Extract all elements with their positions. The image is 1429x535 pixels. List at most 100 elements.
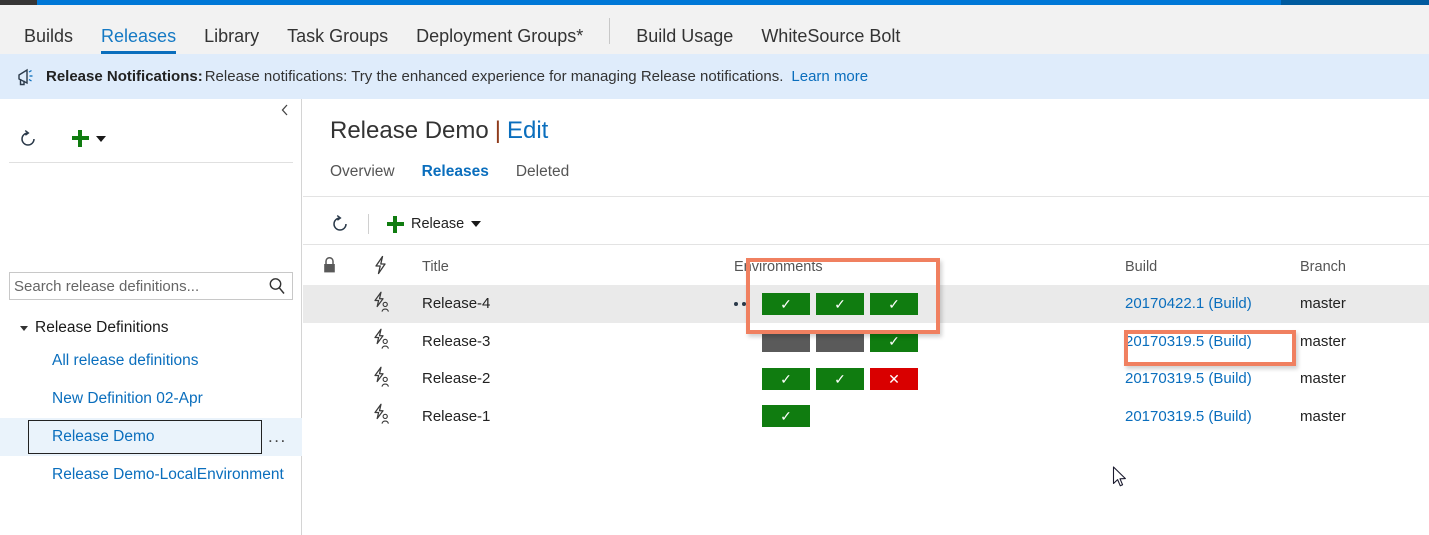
lightning-person-icon [371, 403, 391, 429]
column-header-title[interactable]: Title [407, 259, 720, 275]
column-header-environments-label: Environments [734, 259, 823, 275]
tab-overview[interactable]: Overview [330, 163, 395, 181]
search-input[interactable] [10, 276, 266, 296]
announcement-icon [14, 66, 36, 88]
environment-status-badge[interactable] [816, 330, 864, 353]
table-header-row: Title Environments Build Branch [303, 249, 1429, 285]
row-build: 20170422.1 (Build) [1125, 295, 1300, 312]
left-pane-toolbar [0, 115, 302, 162]
build-link[interactable]: 20170319.5 (Build) [1125, 370, 1252, 387]
sidebar-item-label: Release Demo-LocalEnvironment [52, 466, 284, 483]
sidebar-item-label: New Definition 02-Apr [52, 390, 203, 407]
hub-tab-build-usage[interactable]: Build Usage [622, 27, 747, 54]
environment-status-badge[interactable] [762, 330, 810, 353]
environment-status-badge[interactable]: ✓ [762, 405, 810, 428]
search-icon[interactable] [266, 275, 288, 297]
sidebar-item-release-demo[interactable]: Release Demo ... [0, 418, 302, 456]
overflow-menu-icon[interactable]: ... [268, 427, 287, 447]
row-branch: master [1300, 407, 1346, 425]
notification-title: Release Notifications: [46, 68, 203, 85]
hub-tab-library[interactable]: Library [190, 27, 273, 54]
chevron-down-icon [471, 221, 482, 227]
left-pane: Release Definitions All release definiti… [0, 99, 302, 535]
build-link[interactable]: 20170319.5 (Build) [1125, 333, 1252, 350]
row-title: Release-1 [422, 407, 491, 425]
row-build: 20170319.5 (Build) [1125, 333, 1300, 350]
releases-table: Title Environments Build Branch Release-… [303, 249, 1429, 435]
hub-tab-deployment-groups[interactable]: Deployment Groups* [402, 27, 597, 54]
tab-releases[interactable]: Releases [422, 163, 489, 181]
new-release-label: Release [411, 216, 465, 232]
row-environments: ✓ ✓ ✓ [720, 292, 1125, 315]
build-link[interactable]: 20170319.5 (Build) [1125, 408, 1252, 425]
plus-icon [387, 215, 404, 233]
sidebar-item-release-demo-localenvironment[interactable]: Release Demo-LocalEnvironment [0, 456, 302, 494]
table-row[interactable]: Release-1 ✓ 20170319.5 (Build) master [303, 398, 1429, 436]
tree-root-label: Release Definitions [35, 319, 169, 336]
row-environments: ✓ [720, 405, 1125, 428]
hub-tab-builds[interactable]: Builds [10, 27, 87, 54]
pivot-divider [303, 196, 1429, 197]
lightning-icon [372, 255, 390, 279]
command-bar-divider [303, 244, 1429, 245]
page-title-text: Release Demo [330, 117, 489, 144]
hub-tab-task-groups[interactable]: Task Groups [273, 27, 402, 54]
lightning-person-icon [371, 291, 391, 317]
environment-status-badge[interactable]: ✕ [870, 367, 918, 390]
plus-icon [72, 130, 89, 147]
notification-banner: Release Notifications: Release notificat… [0, 54, 1429, 99]
environment-status-badge[interactable]: ✓ [762, 292, 810, 315]
environment-status-badge[interactable]: ✓ [762, 367, 810, 390]
edit-link[interactable]: Edit [507, 117, 548, 144]
page-title: Release Demo | Edit [330, 117, 548, 145]
row-environments: ✓ [720, 330, 1125, 353]
environments-overflow-dots[interactable] [734, 301, 756, 306]
command-divider [368, 214, 369, 234]
row-branch: master [1300, 295, 1346, 313]
left-pane-divider [9, 162, 293, 163]
table-row[interactable]: Release-4 ✓ ✓ ✓ 20170422.1 (Build) maste… [303, 285, 1429, 323]
hub-tab-releases[interactable]: Releases [87, 27, 190, 54]
hub-tab-whitesource-bolt[interactable]: WhiteSource Bolt [747, 27, 914, 54]
hub-navigation: Builds Releases Library Task Groups Depl… [0, 5, 1429, 54]
build-link[interactable]: 20170422.1 (Build) [1125, 295, 1252, 312]
row-trigger-cell [355, 403, 407, 429]
table-row[interactable]: Release-3 ✓ 20170319.5 (Build) master [303, 323, 1429, 361]
sidebar-item-label: All release definitions [52, 352, 199, 369]
chevron-down-icon [96, 135, 106, 142]
column-header-build[interactable]: Build [1125, 259, 1300, 275]
new-release-button[interactable]: Release [387, 215, 482, 233]
environment-status-badge[interactable]: ✓ [816, 367, 864, 390]
main-content: Release Demo | Edit Overview Releases Dele… [303, 99, 1429, 535]
learn-more-link[interactable]: Learn more [791, 68, 868, 85]
row-title: Release-2 [422, 370, 491, 388]
column-header-branch[interactable]: Branch [1300, 259, 1420, 275]
lightning-person-icon [371, 366, 391, 392]
row-trigger-cell [355, 366, 407, 392]
tree-root-release-definitions[interactable]: Release Definitions [0, 314, 302, 342]
row-trigger-cell [355, 291, 407, 317]
row-title: Release-4 [422, 295, 491, 313]
sidebar-item-all-release-definitions[interactable]: All release definitions [0, 342, 302, 380]
column-header-environments[interactable]: Environments [720, 259, 1125, 275]
row-title: Release-3 [422, 332, 491, 350]
lock-icon [322, 256, 337, 278]
environment-status-badge[interactable]: ✓ [870, 292, 918, 315]
environment-status-badge[interactable]: ✓ [816, 292, 864, 315]
column-header-lock [303, 256, 355, 278]
title-separator: | [494, 117, 501, 144]
table-row[interactable]: Release-2 ✓ ✓ ✕ 20170319.5 (Build) maste… [303, 360, 1429, 398]
tab-deleted[interactable]: Deleted [516, 163, 569, 181]
sidebar-item-label: Release Demo [52, 428, 155, 445]
row-branch: master [1300, 332, 1346, 350]
release-definitions-tree: Release Definitions All release definiti… [0, 314, 302, 494]
hub-divider [609, 18, 611, 44]
new-definition-button[interactable] [72, 130, 106, 147]
row-environments: ✓ ✓ ✕ [720, 367, 1125, 390]
sidebar-item-new-definition-02-apr[interactable]: New Definition 02-Apr [0, 380, 302, 418]
refresh-icon[interactable] [18, 129, 38, 149]
chevron-down-icon [20, 325, 28, 331]
environment-status-badge[interactable]: ✓ [870, 330, 918, 353]
column-header-trigger [355, 255, 407, 279]
refresh-icon[interactable] [330, 214, 350, 234]
